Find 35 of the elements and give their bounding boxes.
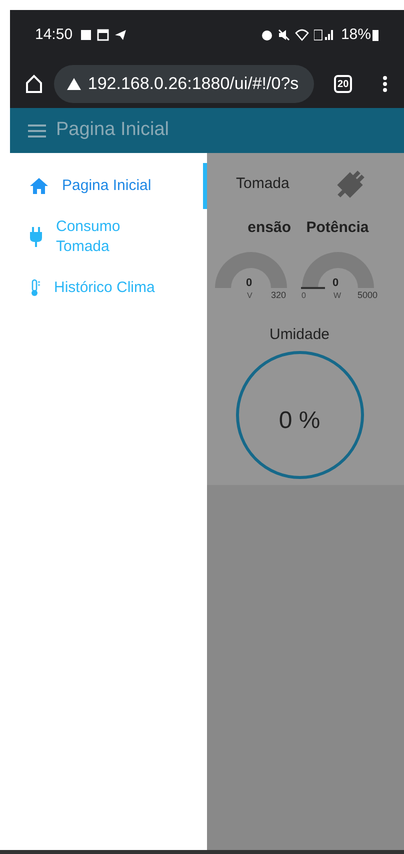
gauge-needle xyxy=(300,286,324,290)
nav-item[interactable]: Consumo Tomada xyxy=(10,209,207,265)
url-text: 192.168.0.26:1880/ui/#!/0?s xyxy=(88,73,299,96)
signal-icon xyxy=(314,29,336,41)
home-icon[interactable] xyxy=(24,74,44,94)
battery-icon xyxy=(372,29,379,41)
mute-icon xyxy=(278,29,290,41)
gauge-label: ensão xyxy=(248,218,291,238)
gauge-max: 5000 xyxy=(358,288,378,302)
gauge-max: 320 xyxy=(271,288,286,302)
menu-icon[interactable] xyxy=(28,124,46,138)
home-icon xyxy=(30,178,48,194)
gauge-min: 0 xyxy=(302,290,306,302)
nav-item[interactable]: Histórico Clima xyxy=(10,265,207,311)
gauge-value: 0 xyxy=(332,276,339,290)
battery-level: 18% xyxy=(340,24,371,45)
gauge-value: 0 xyxy=(246,276,252,290)
wifi-icon xyxy=(294,29,309,41)
calendar-icon xyxy=(96,29,109,41)
address-bar[interactable]: 192.168.0.26:1880/ui/#!/0?s xyxy=(54,65,314,103)
plug-icon xyxy=(336,169,366,199)
tab-count-button[interactable]: 20 xyxy=(334,75,352,93)
humidity-value: 0 % xyxy=(278,406,320,436)
page-title: Pagina Inicial xyxy=(56,118,170,142)
card-title: Tomada xyxy=(236,174,290,194)
warning-icon xyxy=(66,77,82,91)
more-icon[interactable] xyxy=(382,75,388,93)
status-time: 14:50 xyxy=(35,24,73,45)
humidity-label: Umidade xyxy=(269,325,330,345)
plug-icon xyxy=(30,227,42,247)
gauge-unit: W xyxy=(334,290,342,302)
gauge-unit: V xyxy=(247,290,252,302)
send-icon xyxy=(114,29,127,41)
thermometer-icon xyxy=(30,279,40,297)
gauge-label: Potência xyxy=(306,218,369,238)
